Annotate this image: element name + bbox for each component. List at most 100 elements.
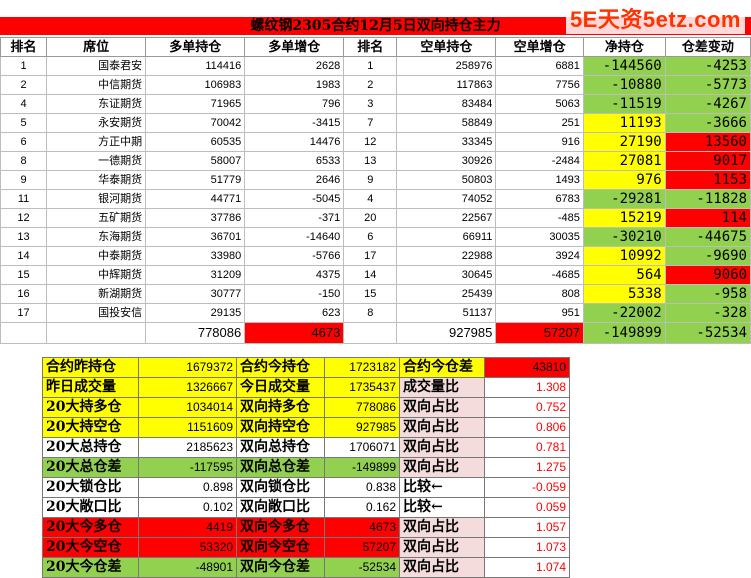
summary-label-cell[interactable]: 双向持空仓	[236, 417, 325, 438]
long-change-cell[interactable]: 4375	[244, 265, 345, 285]
rank-cell[interactable]: 9	[0, 170, 48, 190]
summary-label-cell[interactable]: 双向占比	[399, 397, 485, 418]
short-cell[interactable]: 30926	[396, 151, 497, 171]
summary-value-cell[interactable]: 1679372	[138, 357, 237, 378]
summary-label-cell[interactable]: 双向今多仓	[236, 517, 325, 538]
summary-label-cell[interactable]: 20大持多仓	[42, 397, 139, 418]
summary-value-cell[interactable]: -117595	[138, 457, 237, 478]
rank-cell[interactable]: 14	[0, 246, 48, 266]
seat-cell[interactable]: 银河期货	[46, 189, 147, 209]
long-cell[interactable]: 33980	[145, 246, 246, 266]
summary-value-cell[interactable]: 2185623	[138, 437, 237, 458]
rank-cell[interactable]: 17	[0, 303, 48, 323]
diff-cell[interactable]: -44675	[664, 227, 751, 247]
summary-value-cell[interactable]: 4419	[138, 517, 237, 538]
total-short-cell[interactable]: 927985	[396, 322, 497, 344]
short-change-cell[interactable]: 916	[495, 132, 584, 152]
summary-value-cell[interactable]: 927985	[324, 417, 400, 438]
seat-cell[interactable]: 东证期货	[46, 94, 147, 114]
summary-label-cell[interactable]: 20大敞口比	[42, 497, 139, 518]
long-cell[interactable]: 71965	[145, 94, 246, 114]
seat-cell[interactable]: 中信期货	[46, 75, 147, 95]
long-cell[interactable]: 30777	[145, 284, 246, 304]
summary-label-cell[interactable]: 双向占比	[399, 437, 485, 458]
diff-cell[interactable]: -11828	[664, 189, 751, 209]
net-cell[interactable]: 10992	[582, 246, 666, 266]
short-cell[interactable]: 50803	[396, 170, 497, 190]
seat-cell[interactable]: 一德期货	[46, 151, 147, 171]
long-cell[interactable]: 36701	[145, 227, 246, 247]
summary-value-cell[interactable]: 0.781	[484, 437, 570, 458]
summary-value-cell[interactable]: 1.308	[484, 377, 570, 398]
summary-value-cell[interactable]: 1326667	[138, 377, 237, 398]
seat-cell[interactable]: 华泰期货	[46, 170, 147, 190]
long-change-cell[interactable]: -3415	[244, 113, 345, 133]
long-change-cell[interactable]: -371	[244, 208, 345, 228]
summary-value-cell[interactable]: 0.838	[324, 477, 400, 498]
seat-cell[interactable]: 中泰期货	[46, 246, 147, 266]
diff-cell[interactable]: -4267	[664, 94, 751, 114]
short-rank-cell[interactable]: 1	[343, 56, 398, 76]
summary-label-cell[interactable]: 20大总仓差	[42, 457, 139, 478]
short-cell[interactable]: 117863	[396, 75, 497, 95]
total-net-cell[interactable]: -149899	[582, 322, 666, 344]
summary-value-cell[interactable]: 1706071	[324, 437, 400, 458]
rank-cell[interactable]: 16	[0, 284, 48, 304]
header-cell[interactable]: 空单持仓	[396, 37, 497, 57]
summary-value-cell[interactable]: 57207	[324, 537, 400, 558]
summary-value-cell[interactable]: 0.806	[484, 417, 570, 438]
net-cell[interactable]: -22002	[582, 303, 666, 323]
short-change-cell[interactable]: 951	[495, 303, 584, 323]
short-change-cell[interactable]: 7756	[495, 75, 584, 95]
long-cell[interactable]: 70042	[145, 113, 246, 133]
short-rank-cell[interactable]: 15	[343, 284, 398, 304]
seat-cell[interactable]: 国投安信	[46, 303, 147, 323]
short-cell[interactable]: 22567	[396, 208, 497, 228]
summary-value-cell[interactable]: 0.898	[138, 477, 237, 498]
short-cell[interactable]: 30645	[396, 265, 497, 285]
short-rank-cell[interactable]: 13	[343, 151, 398, 171]
summary-value-cell[interactable]: 0.162	[324, 497, 400, 518]
summary-label-cell[interactable]: 双向今空仓	[236, 537, 325, 558]
short-change-cell[interactable]: -485	[495, 208, 584, 228]
short-rank-cell[interactable]: 6	[343, 227, 398, 247]
summary-label-cell[interactable]: 合约今仓差	[399, 357, 485, 378]
short-rank-cell[interactable]: 7	[343, 113, 398, 133]
short-change-cell[interactable]: 3924	[495, 246, 584, 266]
summary-value-cell[interactable]: 1034014	[138, 397, 237, 418]
summary-label-cell[interactable]: 比较←	[399, 497, 485, 518]
short-change-cell[interactable]: 5063	[495, 94, 584, 114]
summary-label-cell[interactable]: 双向持多仓	[236, 397, 325, 418]
summary-label-cell[interactable]: 20大持空仓	[42, 417, 139, 438]
summary-label-cell[interactable]: 双向总仓差	[236, 457, 325, 478]
short-cell[interactable]: 74052	[396, 189, 497, 209]
header-cell[interactable]: 净持仓	[582, 37, 666, 57]
long-cell[interactable]: 60535	[145, 132, 246, 152]
long-cell[interactable]: 106983	[145, 75, 246, 95]
short-change-cell[interactable]: 30035	[495, 227, 584, 247]
short-rank-cell[interactable]: 14	[343, 265, 398, 285]
long-cell[interactable]: 58007	[145, 151, 246, 171]
short-change-cell[interactable]: -2484	[495, 151, 584, 171]
summary-label-cell[interactable]: 双向敞口比	[236, 497, 325, 518]
summary-value-cell[interactable]: 1.057	[484, 517, 570, 538]
short-cell[interactable]: 66911	[396, 227, 497, 247]
short-change-cell[interactable]: 6783	[495, 189, 584, 209]
long-change-cell[interactable]: -5766	[244, 246, 345, 266]
diff-cell[interactable]: -5773	[664, 75, 751, 95]
net-cell[interactable]: 564	[582, 265, 666, 285]
summary-label-cell[interactable]: 20大锁仓比	[42, 477, 139, 498]
summary-label-cell[interactable]: 昨日成交量	[42, 377, 139, 398]
summary-value-cell[interactable]: 4673	[324, 517, 400, 538]
summary-value-cell[interactable]: 1.073	[484, 537, 570, 558]
summary-value-cell[interactable]: -149899	[324, 457, 400, 478]
header-cell[interactable]: 席位	[46, 37, 147, 57]
long-cell[interactable]: 31209	[145, 265, 246, 285]
short-change-cell[interactable]: 1493	[495, 170, 584, 190]
short-rank-cell[interactable]: 17	[343, 246, 398, 266]
summary-value-cell[interactable]: 43810	[484, 357, 570, 378]
rank-cell[interactable]: 8	[0, 151, 48, 171]
rank-cell[interactable]: 13	[0, 227, 48, 247]
short-rank-cell[interactable]: 3	[343, 94, 398, 114]
long-cell[interactable]: 37786	[145, 208, 246, 228]
